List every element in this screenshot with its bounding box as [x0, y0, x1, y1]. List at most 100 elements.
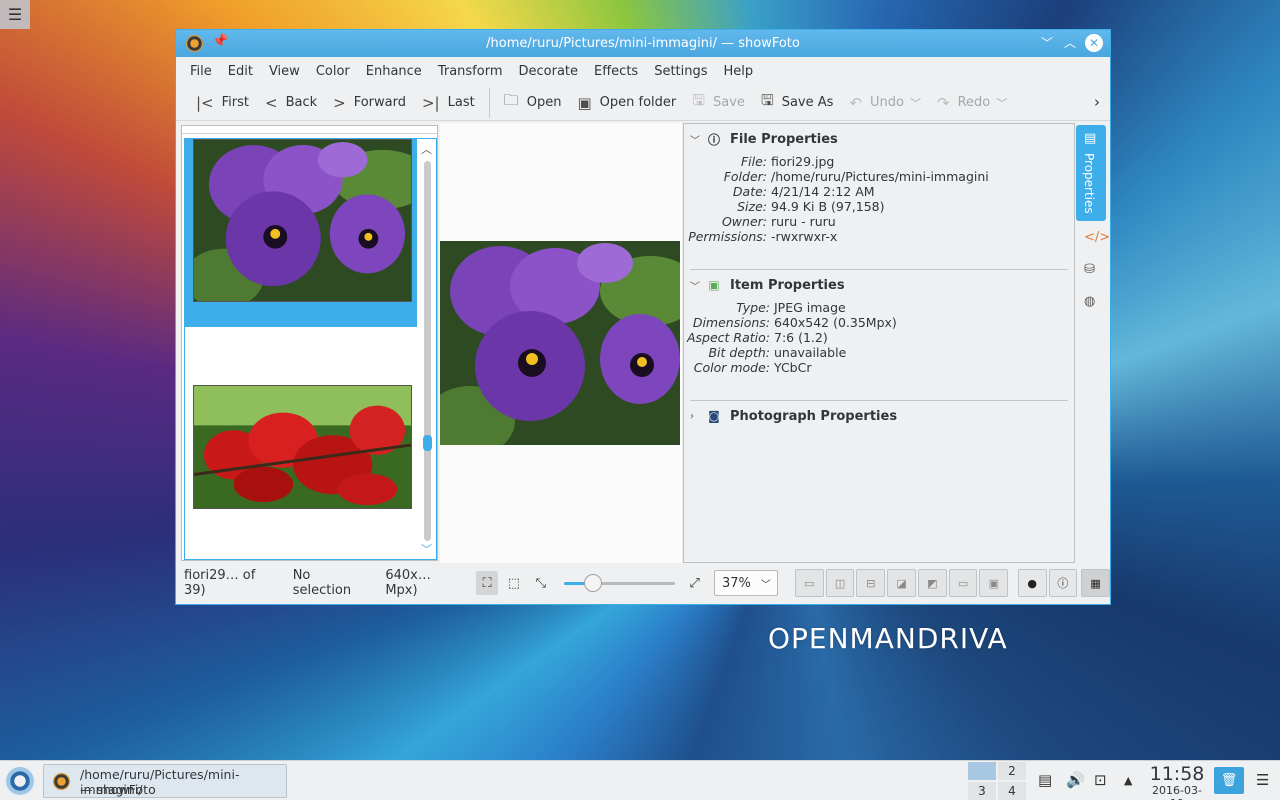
preview-mode-mouse-icon[interactable]: ▣: [979, 569, 1009, 597]
tab-properties[interactable]: ▤ Properties: [1076, 125, 1106, 221]
menu-decorate[interactable]: Decorate: [510, 64, 586, 79]
scroll-up-chevron-icon[interactable]: ︿: [421, 141, 432, 157]
open-button[interactable]: 🗀 Open: [496, 88, 570, 118]
geolocation-globe-icon[interactable]: ◍: [1084, 294, 1095, 309]
photograph-properties-header[interactable]: › ◙ Photograph Properties: [684, 403, 1074, 429]
scrollbar-track[interactable]: [424, 161, 431, 541]
thumbnail-scrollbar[interactable]: ︿ ﹀: [418, 139, 436, 559]
maximize-button[interactable]: ︿: [1061, 34, 1079, 52]
zoom-slider-handle[interactable]: [584, 574, 603, 592]
menu-transform[interactable]: Transform: [430, 64, 511, 79]
desktop-toolbox-icon[interactable]: ☰: [0, 0, 30, 29]
close-button[interactable]: ✕: [1085, 34, 1103, 52]
forward-label: Forward: [353, 95, 406, 110]
folder-view-icon[interactable]: 🗑: [1214, 767, 1244, 794]
menu-view[interactable]: View: [261, 64, 308, 79]
menu-help[interactable]: Help: [716, 64, 762, 79]
zoom-select[interactable]: 37% ﹀: [714, 570, 778, 596]
property-row: Color mode: YCbCr: [684, 360, 1074, 375]
chevron-down-icon: ﹀: [760, 579, 771, 591]
desktop-1[interactable]: 1: [968, 762, 996, 780]
toolbar-separator: [488, 87, 490, 118]
property-label: Owner:: [721, 214, 767, 229]
preview-mode-compare-icon[interactable]: ◪: [887, 569, 916, 597]
redo-dropdown-chevron-icon[interactable]: ﹀: [996, 95, 1007, 111]
camera-icon: ◙: [708, 409, 720, 423]
bottom-panel: /home/ruru/Pictures/mini-immagini/ — sho…: [0, 760, 1280, 800]
zoom-slider[interactable]: [564, 573, 676, 593]
back-button[interactable]: < Back: [257, 88, 325, 118]
menu-settings[interactable]: Settings: [646, 64, 715, 79]
clipboard-icon[interactable]: ▤: [1038, 771, 1052, 789]
scroll-down-chevron-icon[interactable]: ﹀: [421, 541, 432, 557]
tab-properties-label: Properties: [1082, 153, 1096, 214]
zoom-fit-icon[interactable]: ⛶: [475, 571, 499, 595]
showfoto-app-icon[interactable]: [186, 35, 203, 52]
save-as-button[interactable]: 🖫 Save As: [753, 88, 842, 118]
preview-mode-target-icon[interactable]: ▭: [948, 569, 978, 597]
preview-mode-original-icon[interactable]: ▭: [795, 569, 824, 597]
volume-icon[interactable]: 🔊: [1066, 771, 1085, 789]
image-folder-icon: ▣: [577, 93, 592, 112]
minimize-button[interactable]: ﹀: [1038, 34, 1056, 52]
zoom-fit-window-icon[interactable]: ⬚: [502, 571, 525, 595]
file-properties-header[interactable]: ﹀ ⓘ File Properties: [684, 126, 1074, 152]
pin-icon[interactable]: 📌: [212, 34, 228, 49]
desktop-4[interactable]: 4: [998, 782, 1026, 800]
go-back-icon: <: [264, 93, 278, 112]
property-value: fiori29.jpg: [771, 154, 835, 169]
color-managed-view-icon[interactable]: ▦: [1081, 569, 1110, 597]
image-preview-pansies[interactable]: [440, 241, 680, 445]
item-properties-title: Item Properties: [730, 277, 845, 293]
forward-button[interactable]: > Forward: [325, 88, 414, 118]
thumbnail-red-flowers[interactable]: [193, 385, 412, 509]
thumbnail-pansies[interactable]: [193, 139, 412, 302]
tray-expand-chevron-icon[interactable]: ▲: [1124, 774, 1132, 787]
property-row: Type: JPEG image: [684, 300, 1074, 315]
title-bar[interactable]: 📌 /home/ruru/Pictures/mini-immagini/ — s…: [176, 30, 1110, 57]
property-label: Date:: [732, 184, 767, 199]
property-value: unavailable: [774, 345, 847, 360]
menu-file[interactable]: File: [182, 64, 220, 79]
network-icon[interactable]: ⊡: [1094, 771, 1107, 789]
status-bar: fiori29… of 39) No selection 640x…Mpx) ⛶…: [176, 562, 1110, 604]
chevron-down-icon: ﹀: [690, 135, 700, 147]
property-value: ruru - ruru: [771, 214, 836, 229]
thumbnail-list[interactable]: ︿ ﹀: [184, 138, 437, 560]
taskbar-item-showfoto[interactable]: /home/ruru/Pictures/mini-immagini/ — sho…: [43, 764, 287, 798]
item-properties-header[interactable]: ﹀ ▣ Item Properties: [684, 272, 1074, 298]
menu-enhance[interactable]: Enhance: [358, 64, 430, 79]
desktop-3[interactable]: 3: [968, 782, 996, 800]
application-launcher-icon[interactable]: [6, 767, 34, 795]
undo-button[interactable]: ↶ Undo: [841, 88, 912, 118]
redo-button[interactable]: ↷ Redo: [929, 88, 998, 118]
scrollbar-handle[interactable]: [423, 435, 432, 451]
preview-mode-overlay-icon[interactable]: ◩: [917, 569, 947, 597]
image-canvas[interactable]: [440, 123, 682, 563]
menu-effects[interactable]: Effects: [586, 64, 646, 79]
menu-color[interactable]: Color: [308, 64, 358, 79]
toolbar-more-chevron-icon[interactable]: ›: [1094, 93, 1100, 111]
thumbnail-bar: ︿ ﹀: [181, 125, 438, 561]
metadata-code-icon[interactable]: </>: [1084, 230, 1110, 245]
overexposure-indicator-icon[interactable]: ⓘ: [1048, 569, 1078, 597]
folder-open-icon: 🗀: [503, 91, 519, 109]
underexposure-indicator-icon[interactable]: ●: [1017, 569, 1047, 597]
colors-bucket-icon[interactable]: ⛁: [1084, 262, 1095, 277]
desktop-2[interactable]: 2: [998, 762, 1026, 780]
zoom-fit-selection-icon[interactable]: ⤡: [529, 571, 552, 595]
panel-menu-icon[interactable]: ☰: [1256, 771, 1269, 789]
menu-edit[interactable]: Edit: [220, 64, 261, 79]
chevron-right-icon: ›: [690, 410, 694, 422]
property-value: 640x542 (0.35Mpx): [774, 315, 897, 330]
open-folder-button[interactable]: ▣ Open folder: [569, 88, 684, 118]
undo-dropdown-chevron-icon[interactable]: ﹀: [910, 95, 921, 111]
digital-clock[interactable]: 11:58 2016-03-19: [1146, 764, 1208, 800]
preview-mode-split-icon[interactable]: ⊟: [856, 569, 886, 597]
preview-mode-side-by-side-icon[interactable]: ◫: [825, 569, 855, 597]
save-button[interactable]: 🖫 Save: [684, 88, 753, 118]
zoom-fullscreen-icon[interactable]: ⤢: [683, 571, 706, 595]
back-label: Back: [285, 95, 318, 110]
last-button[interactable]: >| Last: [414, 88, 483, 118]
first-button[interactable]: |< First: [188, 88, 257, 118]
